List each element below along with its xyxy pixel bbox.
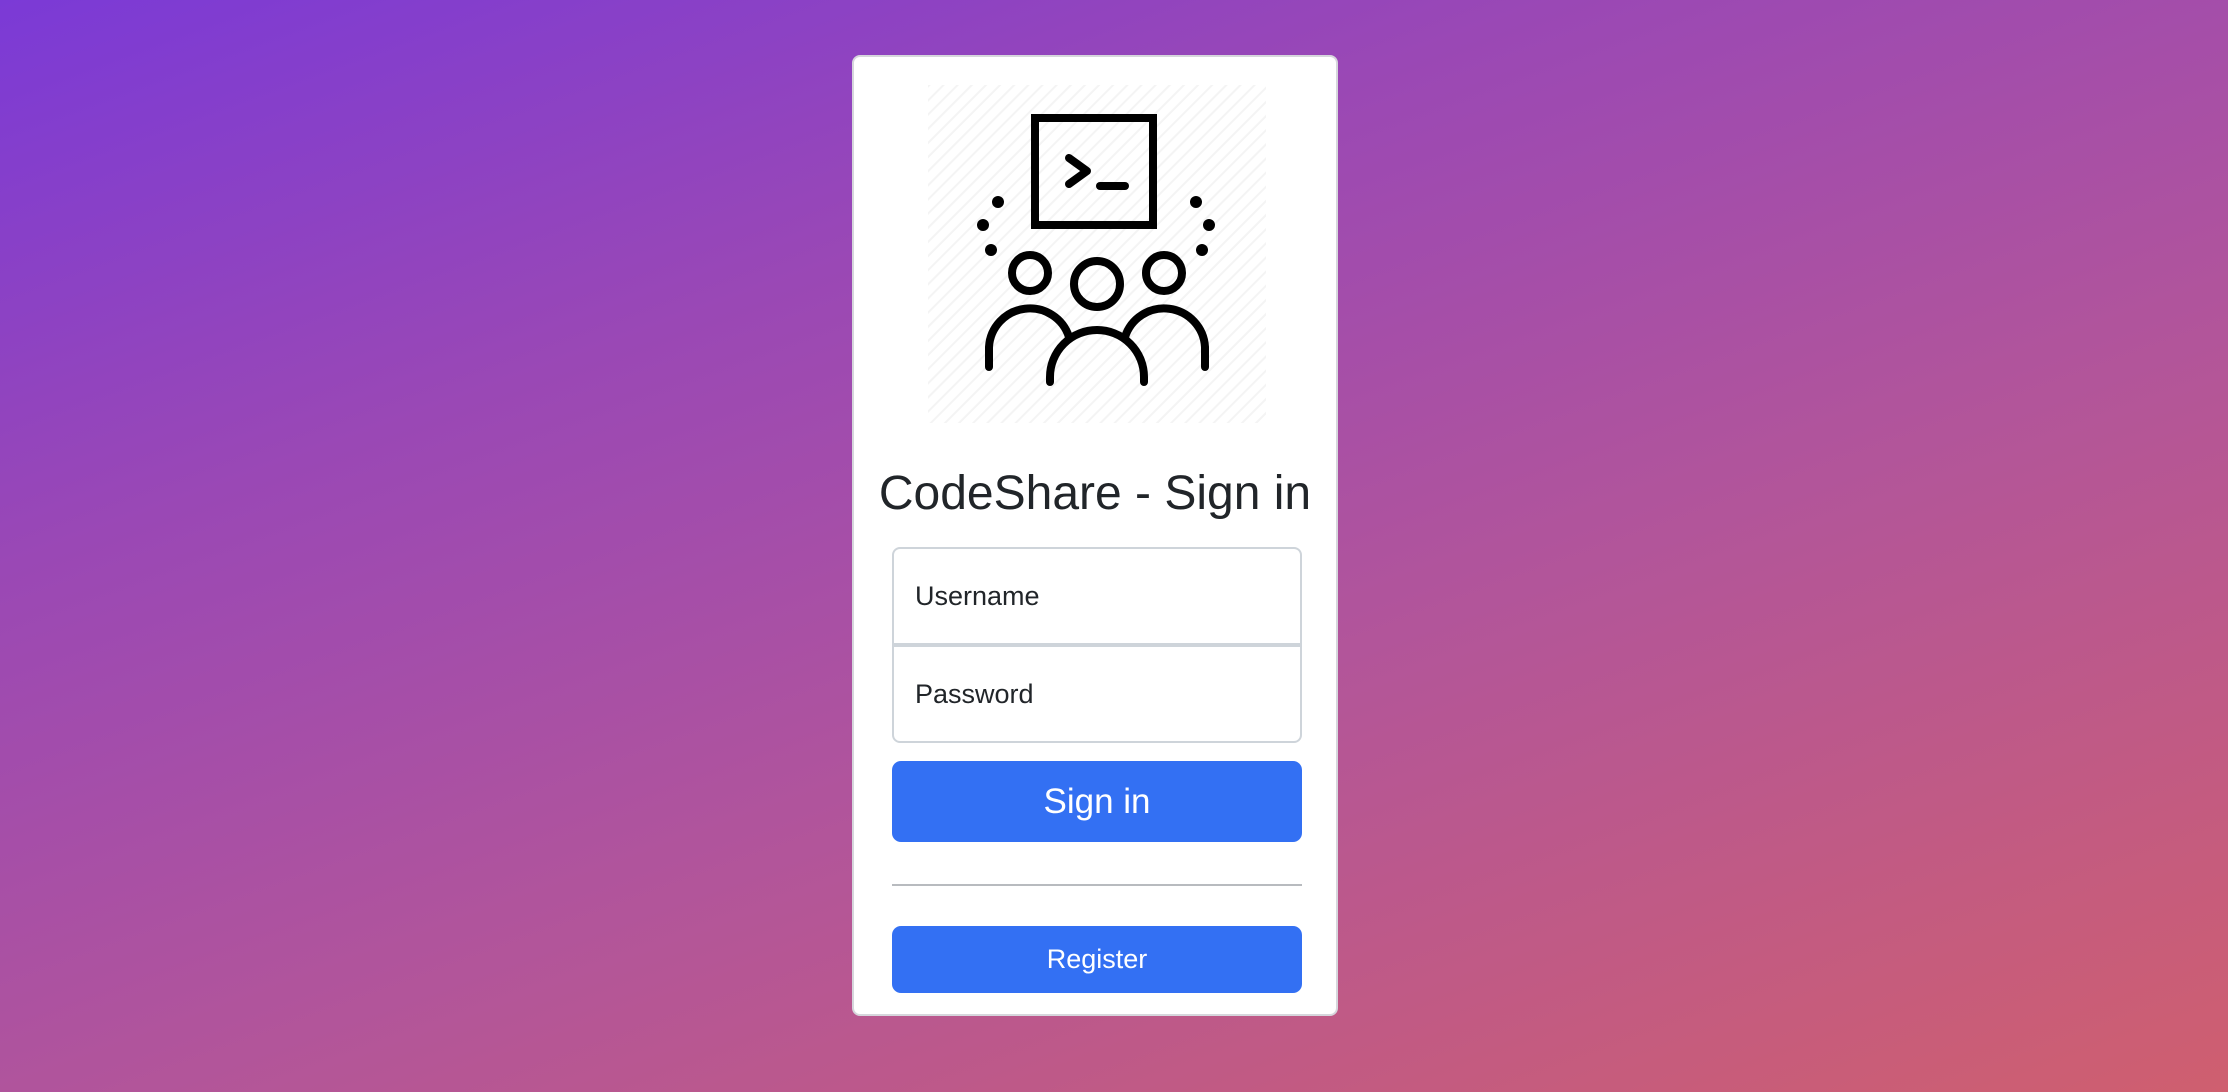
register-button[interactable]: Register [892, 926, 1302, 993]
divider [892, 884, 1302, 886]
page-title: CodeShare - Sign in [878, 467, 1312, 520]
username-input[interactable]: Username [892, 547, 1302, 645]
terminal-team-icon [928, 85, 1266, 423]
password-input[interactable]: Password [892, 645, 1302, 743]
signin-card: CodeShare - Sign in Username Password Si… [852, 55, 1338, 1016]
signin-button[interactable]: Sign in [892, 761, 1302, 842]
